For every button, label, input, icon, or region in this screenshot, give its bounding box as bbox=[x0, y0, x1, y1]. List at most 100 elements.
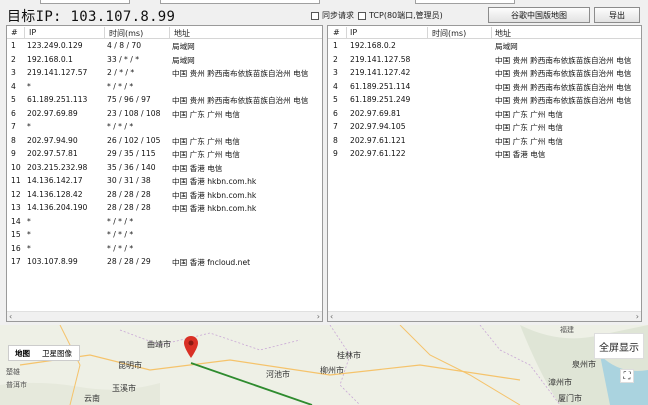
right-col-time[interactable]: 时间(ms) bbox=[432, 28, 466, 39]
hop-time: * / * / * bbox=[107, 122, 134, 131]
hop-ip: 14.136.128.42 bbox=[27, 189, 83, 199]
hop-address: 局域网 bbox=[172, 55, 195, 65]
hop-address: 中国 贵州 黔西南布依族苗族自治州 电信 bbox=[172, 96, 309, 105]
table-row[interactable]: 5 61.189.251.249 中国 贵州 黔西南布依族苗族自治州 电信 bbox=[328, 93, 641, 107]
right-table-header: # IP 时间(ms) 地址 bbox=[328, 26, 641, 39]
sync-checkbox-box[interactable] bbox=[311, 11, 319, 20]
hop-ip: 202.97.61.122 bbox=[350, 149, 406, 158]
hop-time: 28 / 28 / 28 bbox=[107, 189, 151, 199]
hop-time: 28 / 28 / 29 bbox=[107, 257, 151, 266]
right-col-address[interactable]: 地址 bbox=[495, 28, 511, 39]
left-table-rows: 1 123.249.0.129 4 / 8 / 70 局域网 2 192.168.0.1 3… bbox=[7, 39, 322, 269]
hop-address: 中国 贵州 黔西南布依族苗族自治州 电信 bbox=[172, 69, 309, 78]
left-col-time[interactable]: 时间(ms) bbox=[109, 28, 143, 39]
table-row[interactable]: 12 14.136.128.42 28 / 28 / 28 中国 香港 hkbn.co… bbox=[7, 188, 322, 202]
table-row[interactable]: 4 * * / * / * bbox=[7, 80, 322, 94]
table-row[interactable]: 8 202.97.94.90 26 / 102 / 105 中国 广东 广州 电信 bbox=[7, 134, 322, 148]
location-marker-icon[interactable] bbox=[184, 336, 198, 358]
map-tab[interactable]: 地图 bbox=[9, 348, 36, 359]
table-row[interactable]: 16 * * / * / * bbox=[7, 242, 322, 256]
table-row[interactable]: 17 103.107.8.99 28 / 28 / 29 中国 香港 fncloud.… bbox=[7, 255, 322, 269]
hop-ip: 202.97.57.81 bbox=[27, 149, 78, 158]
hop-address: 中国 香港 hkbn.com.hk bbox=[172, 190, 257, 200]
satellite-tab[interactable]: 卫星图像 bbox=[36, 348, 78, 359]
hop-time: * / * / * bbox=[107, 81, 134, 91]
hop-address: 中国 广东 广州 电信 bbox=[495, 109, 563, 119]
hop-address: 中国 香港 电信 bbox=[495, 150, 546, 159]
hop-address: 中国 贵州 黔西南布依族苗族自治州 电信 bbox=[495, 96, 632, 105]
hop-time: 30 / 31 / 38 bbox=[107, 176, 151, 185]
route-map[interactable]: 曲靖市 昆明市 玉溪市 云南 河池市 柳州市 桂林市 福建 泉州市 漳州市 厦门… bbox=[0, 325, 648, 405]
hop-ip: 14.136.204.190 bbox=[27, 203, 88, 212]
hop-ip: 61.189.251.113 bbox=[27, 95, 88, 104]
sync-request-checkbox[interactable]: 同步请求 bbox=[311, 10, 354, 21]
hop-time: 2 / * / * bbox=[107, 68, 135, 77]
table-row[interactable]: 10 203.215.232.98 35 / 36 / 140 中国 香港 电信 bbox=[7, 161, 322, 175]
right-col-no[interactable]: # bbox=[333, 28, 340, 37]
right-horizontal-scrollbar[interactable]: ‹ › bbox=[328, 311, 641, 321]
scroll-right-arrow-icon[interactable]: › bbox=[317, 312, 320, 321]
hop-ip: 202.97.69.81 bbox=[350, 108, 401, 118]
hop-number: 12 bbox=[11, 189, 21, 199]
hop-number: 5 bbox=[11, 95, 16, 104]
hop-address: 中国 香港 hkbn.com.hk bbox=[172, 177, 257, 186]
left-col-ip[interactable]: IP bbox=[29, 28, 36, 37]
map-label: 漳州市 bbox=[548, 378, 572, 387]
table-row[interactable]: 7 202.97.94.105 中国 广东 广州 电信 bbox=[328, 120, 641, 134]
table-row[interactable]: 2 219.141.127.58 中国 贵州 黔西南布依族苗族自治州 电信 bbox=[328, 53, 641, 67]
scroll-right-arrow-icon[interactable]: › bbox=[636, 312, 639, 321]
hop-number: 13 bbox=[11, 203, 21, 212]
hop-number: 14 bbox=[11, 216, 21, 226]
top-input-1[interactable] bbox=[40, 0, 130, 4]
expand-icon[interactable]: ⛶ bbox=[620, 369, 634, 383]
tcp-checkbox-label: TCP(80端口,管理员) bbox=[369, 11, 443, 20]
table-row[interactable]: 6 202.97.69.81 中国 广东 广州 电信 bbox=[328, 107, 641, 121]
top-input-3[interactable] bbox=[415, 0, 515, 4]
hop-number: 4 bbox=[11, 81, 16, 91]
tcp-checkbox[interactable]: TCP(80端口,管理员) bbox=[358, 10, 443, 21]
table-row[interactable]: 13 14.136.204.190 28 / 28 / 28 中国 香港 hkbn.c… bbox=[7, 201, 322, 215]
table-row[interactable]: 3 219.141.127.42 中国 贵州 黔西南布依族苗族自治州 电信 bbox=[328, 66, 641, 80]
table-row[interactable]: 11 14.136.142.17 30 / 31 / 38 中国 香港 hkbn.co… bbox=[7, 174, 322, 188]
table-row[interactable]: 9 202.97.61.122 中国 香港 电信 bbox=[328, 147, 641, 161]
tcp-checkbox-box[interactable] bbox=[358, 11, 366, 20]
right-col-ip[interactable]: IP bbox=[350, 28, 357, 37]
hop-number: 1 bbox=[11, 41, 16, 50]
table-row[interactable]: 3 219.141.127.57 2 / * / * 中国 贵州 黔西南布依族苗族自治… bbox=[7, 66, 322, 80]
fullscreen-button[interactable]: 全屏显示 bbox=[594, 333, 644, 359]
hop-address: 中国 香港 hkbn.com.hk bbox=[172, 204, 257, 213]
hop-number: 11 bbox=[11, 176, 21, 185]
table-row[interactable]: 5 61.189.251.113 75 / 96 / 97 中国 贵州 黔西南布依族苗… bbox=[7, 93, 322, 107]
hop-time: * / * / * bbox=[107, 230, 134, 239]
hop-address: 局域网 bbox=[495, 42, 518, 51]
map-label: 福建 bbox=[560, 326, 574, 334]
table-row[interactable]: 2 192.168.0.1 33 / * / * 局域网 bbox=[7, 53, 322, 67]
scroll-left-arrow-icon[interactable]: ‹ bbox=[330, 312, 333, 321]
left-col-address[interactable]: 地址 bbox=[174, 28, 190, 39]
hop-address: 中国 广东 广州 电信 bbox=[172, 150, 240, 159]
table-row[interactable]: 6 202.97.69.89 23 / 108 / 108 中国 广东 广州 电信 bbox=[7, 107, 322, 121]
table-row[interactable]: 9 202.97.57.81 29 / 35 / 115 中国 广东 广州 电信 bbox=[7, 147, 322, 161]
export-button[interactable]: 导出 bbox=[594, 7, 640, 23]
hop-ip: 202.97.94.105 bbox=[350, 122, 406, 131]
hop-ip: * bbox=[27, 81, 31, 91]
table-row[interactable]: 15 * * / * / * bbox=[7, 228, 322, 242]
table-row[interactable]: 4 61.189.251.114 中国 贵州 黔西南布依族苗族自治州 电信 bbox=[328, 80, 641, 94]
table-row[interactable]: 14 * * / * / * bbox=[7, 215, 322, 229]
map-label: 柳州市 bbox=[320, 366, 344, 375]
hop-ip: 219.141.127.42 bbox=[350, 68, 411, 77]
left-horizontal-scrollbar[interactable]: ‹ › bbox=[7, 311, 322, 321]
hop-ip: 61.189.251.114 bbox=[350, 81, 411, 91]
google-china-map-button[interactable]: 谷歌中国版地图 bbox=[488, 7, 590, 23]
hop-number: 6 bbox=[333, 108, 338, 118]
hop-ip: 202.97.61.121 bbox=[350, 135, 406, 145]
top-input-2[interactable] bbox=[160, 0, 320, 4]
hop-ip: * bbox=[27, 122, 31, 131]
table-row[interactable]: 7 * * / * / * bbox=[7, 120, 322, 134]
scroll-left-arrow-icon[interactable]: ‹ bbox=[9, 312, 12, 321]
table-row[interactable]: 1 192.168.0.2 局域网 bbox=[328, 39, 641, 53]
table-row[interactable]: 1 123.249.0.129 4 / 8 / 70 局域网 bbox=[7, 39, 322, 53]
hop-number: 3 bbox=[333, 68, 338, 77]
table-row[interactable]: 8 202.97.61.121 中国 广东 广州 电信 bbox=[328, 134, 641, 148]
left-col-no[interactable]: # bbox=[11, 28, 18, 37]
